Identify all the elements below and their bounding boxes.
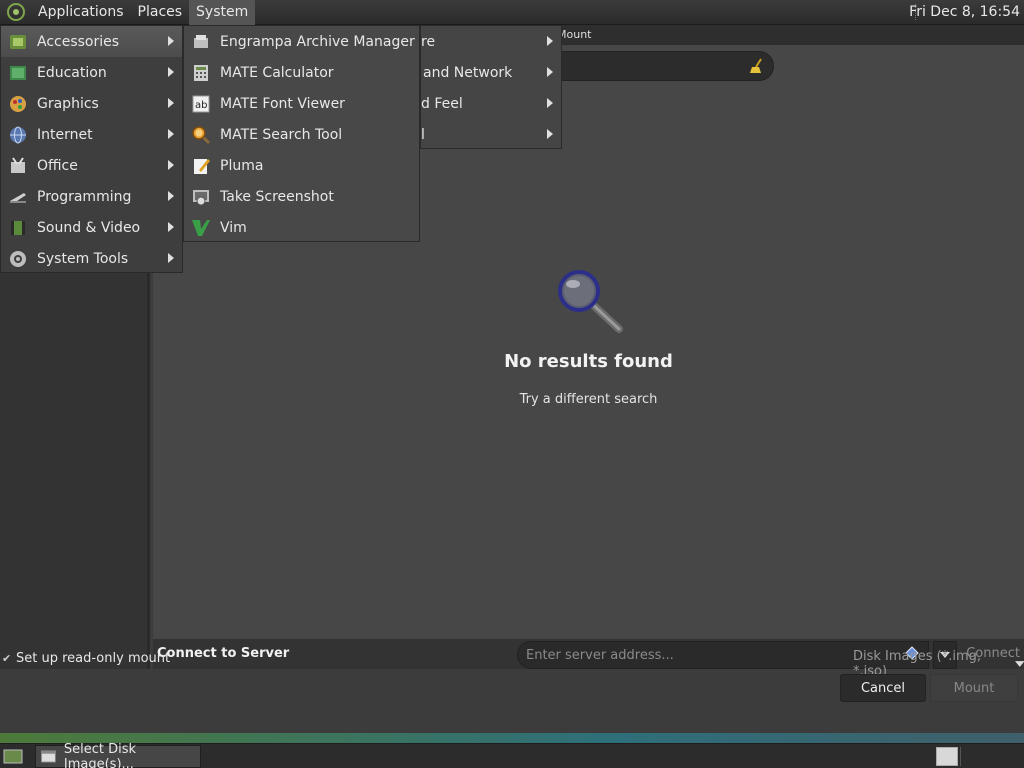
applications-menu: Accessories Education Graphics Internet …: [0, 25, 183, 273]
workspace-2[interactable]: [960, 747, 982, 766]
internet-icon: [10, 126, 26, 143]
menu-item-pluma[interactable]: Pluma: [184, 150, 419, 181]
submenu-arrow-icon: [168, 253, 174, 263]
taskbar-window-button[interactable]: Select Disk Image(s)...: [35, 741, 201, 768]
accessories-submenu: Engrampa Archive Manager MATE Calculator…: [183, 25, 420, 242]
menu-item-label: Take Screenshot: [220, 188, 334, 205]
readonly-mount-checkbox[interactable]: ✔ Set up read-only mount: [2, 649, 170, 667]
menu-item-label: re: [421, 33, 436, 50]
chevron-down-icon: [1014, 661, 1024, 667]
submenu-arrow-icon: [168, 160, 174, 170]
checkmark-icon: ✔: [2, 651, 12, 665]
readonly-mount-label: Set up read-only mount: [16, 650, 171, 666]
submenu-arrow-icon: [168, 36, 174, 46]
show-desktop-icon[interactable]: [3, 748, 23, 765]
menu-item-label: Education: [37, 64, 107, 81]
svg-text:ab: ab: [195, 100, 207, 111]
accessories-icon: [10, 34, 26, 49]
programming-icon: [10, 192, 26, 203]
bottom-panel: Select Disk Image(s)...: [0, 741, 1024, 768]
system-submenu: re and Network d Feel l: [420, 25, 562, 149]
submenu-arrow-icon: [168, 98, 174, 108]
menu-item-label: Pluma: [220, 157, 264, 174]
menu-item-label: d Feel: [421, 95, 463, 112]
menu-item-system-4[interactable]: l: [421, 119, 561, 150]
menu-item-system-1[interactable]: re: [421, 26, 561, 57]
menu-item-calculator[interactable]: MATE Calculator: [184, 57, 419, 88]
menu-item-label: Engrampa Archive Manager: [220, 33, 415, 50]
submenu-arrow-icon: [547, 67, 553, 77]
submenu-arrow-icon: [168, 129, 174, 139]
menu-item-label: Accessories: [37, 33, 120, 50]
applications-menu-button[interactable]: Applications: [31, 0, 131, 25]
clock[interactable]: Fri Dec 8, 16:54: [909, 0, 1020, 25]
menu-item-education[interactable]: Education: [1, 57, 182, 88]
text-editor-icon: [194, 158, 210, 174]
office-icon: [11, 156, 25, 173]
menu-item-system-2[interactable]: and Network: [421, 57, 561, 88]
calculator-icon: [194, 64, 208, 81]
empty-subtitle: Try a different search: [519, 392, 658, 407]
menu-item-label: System Tools: [37, 250, 129, 267]
search-tool-icon: [192, 125, 211, 144]
magnifier-icon: [557, 270, 623, 333]
menu-item-label: Sound & Video: [37, 219, 141, 236]
empty-state: No results found Try a different search: [153, 265, 1024, 407]
empty-title: No results found: [504, 351, 673, 372]
cancel-button[interactable]: Cancel: [840, 674, 926, 702]
submenu-arrow-icon: [168, 222, 174, 232]
menu-item-vim[interactable]: Vim: [184, 212, 419, 243]
menu-item-label: Vim: [220, 219, 247, 236]
menu-item-label: MATE Font Viewer: [220, 95, 345, 112]
connect-to-server-label: Connect to Server: [157, 646, 290, 661]
menu-item-engrampa[interactable]: Engrampa Archive Manager: [184, 26, 419, 57]
archive-manager-icon: [194, 34, 208, 48]
clear-search-icon[interactable]: [749, 58, 765, 74]
menu-item-programming[interactable]: Programming: [1, 181, 182, 212]
menu-item-font-viewer[interactable]: ab MATE Font Viewer: [184, 88, 419, 119]
system-menu-button[interactable]: System: [189, 0, 256, 25]
mount-button[interactable]: Mount: [930, 674, 1018, 702]
submenu-arrow-icon: [168, 67, 174, 77]
menu-item-system-3[interactable]: d Feel: [421, 88, 561, 119]
submenu-arrow-icon: [547, 98, 553, 108]
submenu-arrow-icon: [547, 36, 553, 46]
places-menu-button[interactable]: Places: [131, 0, 190, 25]
menu-item-system-tools[interactable]: System Tools: [1, 243, 182, 274]
menu-item-graphics[interactable]: Graphics: [1, 88, 182, 119]
system-tools-icon: [10, 250, 26, 267]
menu-item-sound-video[interactable]: Sound & Video: [1, 212, 182, 243]
education-icon: [10, 65, 26, 80]
graphics-icon: [10, 95, 26, 112]
search-input[interactable]: [540, 51, 774, 81]
menu-item-label: Office: [37, 157, 78, 174]
menu-item-label: l: [421, 126, 425, 143]
menu-item-label: MATE Calculator: [220, 64, 334, 81]
submenu-arrow-icon: [547, 129, 553, 139]
sound-video-icon: [11, 220, 25, 235]
workspace-1[interactable]: [936, 747, 958, 766]
vim-icon: [192, 219, 210, 236]
menu-item-search-tool[interactable]: MATE Search Tool: [184, 119, 419, 150]
menu-item-label: MATE Search Tool: [220, 126, 343, 143]
menu-item-accessories[interactable]: Accessories: [1, 26, 182, 57]
mate-logo-icon[interactable]: [7, 3, 25, 21]
menu-item-label: Internet: [37, 126, 93, 143]
menu-item-label: Programming: [37, 188, 132, 205]
taskbar-window-label: Select Disk Image(s)...: [63, 741, 137, 768]
menu-item-label: and Network: [423, 64, 513, 81]
submenu-arrow-icon: [168, 191, 174, 201]
screenshot-icon: [193, 189, 209, 205]
menu-item-take-screenshot[interactable]: Take Screenshot: [184, 181, 419, 212]
window-icon: [41, 750, 56, 763]
menu-item-internet[interactable]: Internet: [1, 119, 182, 150]
menu-item-label: Graphics: [37, 95, 99, 112]
top-panel: Applications Places System Fri Dec 8, 16…: [0, 0, 1024, 25]
font-viewer-icon: ab: [192, 95, 210, 112]
menu-item-office[interactable]: Office: [1, 150, 182, 181]
